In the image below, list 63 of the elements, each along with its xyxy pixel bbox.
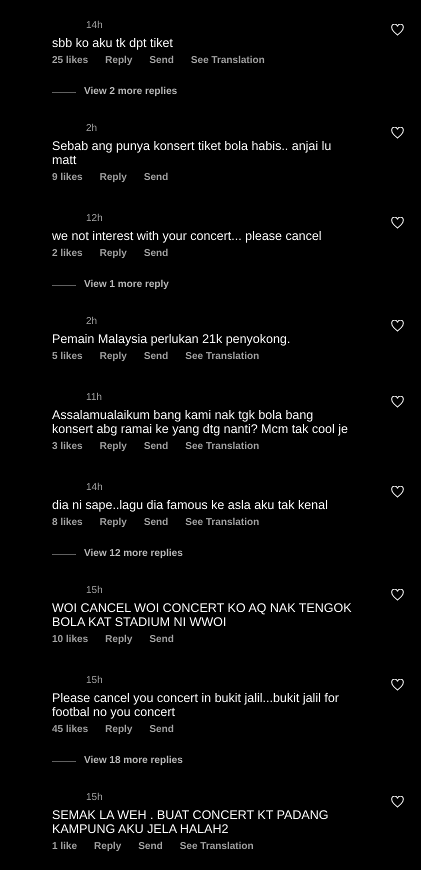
likes-link[interactable]: 10 likes xyxy=(52,634,88,646)
comment-text: Please cancel you concert in bukit jalil...bukit jalil for footbal no you concert xyxy=(52,691,340,719)
reply-link[interactable]: Reply xyxy=(105,724,132,736)
see-translation-link[interactable]: See Translation xyxy=(185,441,260,453)
reply-link[interactable]: Reply xyxy=(105,55,132,67)
comment-time: 15h xyxy=(86,585,103,597)
see-translation-link[interactable]: See Translation xyxy=(180,841,254,853)
comment-time: 2h xyxy=(86,123,98,135)
see-translation-link[interactable]: See Translation xyxy=(190,55,265,67)
likes-link[interactable]: 9 likes xyxy=(52,172,83,184)
comment-text: sbb ko aku tk dpt tiket xyxy=(52,36,174,50)
send-link[interactable]: Send xyxy=(149,55,174,67)
likes-link[interactable]: 1 like xyxy=(52,841,78,853)
comment-time: 14h xyxy=(86,482,103,494)
reply-link[interactable]: Reply xyxy=(100,172,127,184)
send-link[interactable]: Send xyxy=(144,351,168,363)
comment-text: SEMAK LA WEH . BUAT CONCERT KT PADANG KAMPUNG AKU JELA HALAH2 xyxy=(52,808,330,836)
comment-time: 15h xyxy=(86,675,103,687)
send-link[interactable]: Send xyxy=(149,724,174,736)
send-link[interactable]: Send xyxy=(138,841,163,853)
heart-icon[interactable] xyxy=(391,796,404,808)
reply-link[interactable]: Reply xyxy=(100,517,127,529)
likes-link[interactable]: 5 likes xyxy=(52,351,83,363)
heart-icon[interactable] xyxy=(391,679,404,691)
likes-link[interactable]: 8 likes xyxy=(52,517,83,529)
comment-time: 12h xyxy=(86,213,103,225)
likes-link[interactable]: 2 likes xyxy=(52,248,83,260)
heart-icon[interactable] xyxy=(391,486,404,498)
heart-icon[interactable] xyxy=(391,217,404,229)
heart-icon[interactable] xyxy=(391,127,404,139)
view-replies-link[interactable]: View 18 more replies xyxy=(84,755,183,767)
likes-link[interactable]: 45 likes xyxy=(52,724,88,736)
heart-icon[interactable] xyxy=(391,24,404,36)
send-link[interactable]: Send xyxy=(144,517,168,529)
send-link[interactable]: Send xyxy=(144,248,168,260)
reply-link[interactable]: Reply xyxy=(94,841,122,853)
comment-text: Assalamualaikum bang kami nak tgk bola bang konsert abg ramai ke yang dtg nanti? Mcm tak cool je xyxy=(52,408,349,436)
comment-text: dia ni sape..lagu dia famous ke asla aku tak kenal xyxy=(52,498,329,512)
view-replies-link[interactable]: View 1 more reply xyxy=(84,279,169,291)
comment-text: Pemain Malaysia perlukan 21k penyokong. xyxy=(52,332,292,346)
comment-text: we not interest with your concert... please cancel xyxy=(52,229,323,243)
view-replies-link[interactable]: View 12 more replies xyxy=(84,548,183,560)
reply-link[interactable]: Reply xyxy=(100,441,127,453)
comment-time: 2h xyxy=(86,316,98,328)
see-translation-link[interactable]: See Translation xyxy=(185,351,260,363)
reply-link[interactable]: Reply xyxy=(105,634,132,646)
comment-text: WOI CANCEL WOI CONCERT KO AQ NAK TENGOK BOLA KAT STADIUM NI WWOI xyxy=(52,601,353,629)
heart-icon[interactable] xyxy=(391,396,404,408)
reply-link[interactable]: Reply xyxy=(100,351,127,363)
likes-link[interactable]: 25 likes xyxy=(52,55,88,67)
reply-link[interactable]: Reply xyxy=(100,248,127,260)
comment-text: Sebab ang punya konsert tiket bola habis.. anjai lu matt xyxy=(52,139,332,167)
see-translation-link[interactable]: See Translation xyxy=(185,517,260,529)
heart-icon[interactable] xyxy=(391,589,404,601)
view-replies-link[interactable]: View 2 more replies xyxy=(84,86,178,98)
heart-icon[interactable] xyxy=(391,320,404,332)
comment-time: 11h xyxy=(86,392,102,404)
comment-time: 14h xyxy=(86,20,103,32)
comment-time: 15h xyxy=(86,792,103,804)
send-link[interactable]: Send xyxy=(144,172,168,184)
send-link[interactable]: Send xyxy=(149,634,174,646)
send-link[interactable]: Send xyxy=(144,441,168,453)
likes-link[interactable]: 3 likes xyxy=(52,441,83,453)
